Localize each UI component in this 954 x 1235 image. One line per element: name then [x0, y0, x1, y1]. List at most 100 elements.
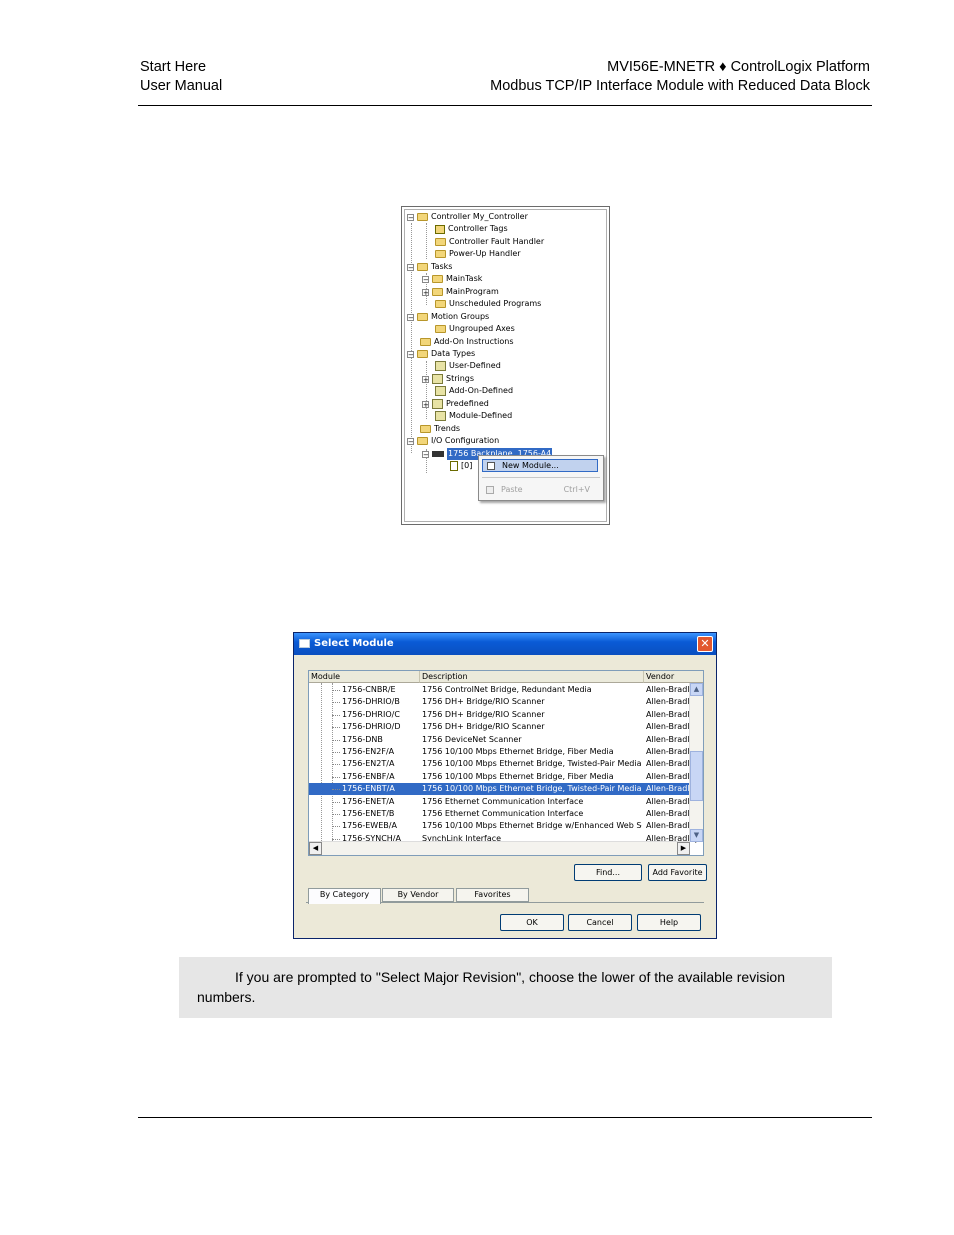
tree-node-fault-handler[interactable]: Controller Fault Handler [435, 236, 544, 248]
tree-node-controller-tags[interactable]: Controller Tags [435, 223, 508, 235]
collapse-icon[interactable]: − [422, 450, 429, 458]
footer-rule [138, 1117, 872, 1118]
scroll-left-icon[interactable]: ◀ [309, 842, 322, 855]
tree-connector [332, 752, 340, 753]
add-favorite-button[interactable]: Add Favorite [648, 864, 707, 881]
column-header-description[interactable]: Description [420, 671, 644, 683]
tree-node-motion-groups[interactable]: − Motion Groups [407, 311, 489, 323]
tree-node-data-types[interactable]: − Data Types [407, 348, 475, 360]
column-header-vendor[interactable]: Vendor [644, 671, 703, 683]
collapse-icon[interactable]: − [407, 350, 414, 358]
help-button[interactable]: Help [637, 914, 701, 931]
cell-description: 1756 Ethernet Communication Interface [422, 796, 584, 806]
vertical-scrollbar[interactable]: ▲ ▼ [689, 683, 703, 842]
folder-icon [417, 313, 428, 321]
cell-module: 1756-ENBF/A [342, 771, 395, 781]
tab-favorites[interactable]: Favorites [456, 888, 529, 902]
folder-icon [417, 263, 428, 271]
cell-module: 1756-EN2F/A [342, 747, 395, 756]
tree-connector [332, 702, 340, 704]
cell-module: 1756-ENET/B [342, 809, 395, 818]
scroll-down-icon[interactable]: ▼ [690, 829, 703, 842]
cell-description: 1756 10/100 Mbps Ethernet Bridge, Fiber … [422, 771, 614, 781]
table-row[interactable]: 1756-DHRIO/D 1756 DH+ Bridge/RIO Scanner A… [309, 721, 699, 733]
datatype-icon [435, 411, 446, 421]
section-title: Start Here [140, 59, 207, 75]
menu-separator [482, 477, 600, 478]
tree-node-predefined[interactable]: + Predefined [422, 398, 489, 410]
tab-by-vendor[interactable]: By Vendor [382, 888, 454, 902]
tree-node-mainprogram[interactable]: + MainProgram [422, 286, 499, 298]
table-row[interactable]: 1756-CNBR/E 1756 ControlNet Bridge, Redun… [309, 684, 699, 696]
table-row[interactable]: 1756-DHRIO/C 1756 DH+ Bridge/RIO Scanner A… [309, 709, 699, 721]
tree-node-maintask[interactable]: − MainTask [422, 273, 482, 285]
tree-node-trends[interactable]: Trends [420, 423, 460, 435]
collapse-icon[interactable]: − [407, 263, 414, 271]
tree-node-powerup-handler[interactable]: Power-Up Handler [435, 248, 521, 260]
ok-button[interactable]: OK [500, 914, 564, 931]
window-icon [299, 639, 310, 648]
tree-connector [332, 801, 340, 803]
scroll-up-icon[interactable]: ▲ [690, 683, 703, 696]
folder-icon [420, 425, 431, 433]
manual-type: User Manual [140, 78, 223, 94]
tree-node-ungrouped-axes[interactable]: Ungrouped Axes [435, 323, 515, 335]
tree-node-unscheduled[interactable]: Unscheduled Programs [435, 298, 541, 310]
collapse-icon[interactable]: − [407, 313, 414, 321]
tree-connector [332, 838, 340, 840]
menu-item-paste[interactable]: Paste Ctrl+V [482, 483, 598, 496]
close-button[interactable]: ✕ [697, 636, 713, 652]
table-row[interactable]: 1756-ENET/B 1756 Ethernet Communication I… [309, 808, 699, 820]
table-row[interactable]: 1756-ENBT/A 1756 10/100 Mbps Ethernet Bri… [309, 783, 699, 796]
folder-icon [435, 325, 446, 333]
tree-node-slot-0[interactable]: [0] [450, 460, 472, 472]
tree-node-tasks[interactable]: − Tasks [407, 261, 452, 273]
table-row[interactable]: 1756-ENET/A 1756 Ethernet Communication I… [309, 796, 699, 808]
expand-icon[interactable]: + [422, 288, 429, 296]
new-module-icon [487, 462, 495, 470]
scroll-right-icon[interactable]: ▶ [677, 842, 690, 855]
table-row[interactable]: 1756-EN2F/A 1756 10/100 Mbps Ethernet Bri… [309, 746, 699, 758]
table-row[interactable]: 1756-DHRIO/B 1756 DH+ Bridge/RIO Scanner A… [309, 696, 699, 708]
scroll-thumb[interactable] [690, 751, 703, 801]
tree-node-addon-defined[interactable]: Add-On-Defined [435, 385, 513, 397]
tree-node-io-configuration[interactable]: − I/O Configuration [407, 435, 499, 447]
folder-icon [435, 250, 446, 258]
table-row[interactable]: 1756-EN2T/A 1756 10/100 Mbps Ethernet Bri… [309, 758, 699, 770]
tree-connector [332, 764, 340, 766]
cell-module: 1756-DNB [342, 734, 383, 744]
tree-node-addon-instructions[interactable]: Add-On Instructions [420, 336, 514, 348]
table-row[interactable]: 1756-DNB 1756 DeviceNet Scanner Allen-Brad… [309, 734, 699, 746]
tab-by-category[interactable]: By Category [308, 888, 381, 904]
expand-icon[interactable]: + [422, 400, 429, 408]
table-row[interactable]: 1756-ENBF/A 1756 10/100 Mbps Ethernet Bri… [309, 771, 699, 783]
tree-node-strings[interactable]: + Strings [422, 373, 474, 385]
dialog-title-bar[interactable]: Select Module ✕ [294, 633, 716, 655]
cell-description: 1756 Ethernet Communication Interface [422, 809, 584, 818]
cancel-button[interactable]: Cancel [568, 914, 632, 931]
folder-icon [420, 338, 431, 346]
header-rule [138, 105, 872, 106]
cell-description: 1756 DH+ Bridge/RIO Scanner [422, 722, 545, 732]
collapse-icon[interactable]: − [407, 437, 414, 445]
table-row[interactable]: 1756-EWEB/A 1756 10/100 Mbps Ethernet Bri… [309, 820, 699, 832]
horizontal-scrollbar[interactable]: ◀ ▶ [309, 841, 690, 855]
expand-icon[interactable]: + [422, 375, 429, 383]
cell-description: 1756 DeviceNet Scanner [422, 734, 522, 744]
tree-node-user-defined[interactable]: User-Defined [435, 360, 501, 372]
cell-module: 1756-DHRIO/C [342, 709, 400, 719]
tree-node-controller[interactable]: − Controller My_Controller [407, 211, 528, 223]
collapse-icon[interactable]: − [422, 275, 429, 283]
module-list[interactable]: Module Description Vendor 1756-CNBR/E 175… [308, 670, 704, 856]
column-header-module[interactable]: Module [309, 671, 420, 683]
tree-node-module-defined[interactable]: Module-Defined [435, 410, 512, 422]
cell-module: 1756-ENBT/A [342, 784, 395, 794]
context-menu: New Module... Paste Ctrl+V [478, 455, 604, 501]
menu-item-new-module[interactable]: New Module... [482, 459, 598, 472]
cell-module: 1756-ENET/A [342, 796, 395, 806]
tree-connector [332, 690, 340, 691]
find-button[interactable]: Find... [574, 864, 642, 881]
folder-icon [417, 213, 428, 221]
datatype-icon [432, 374, 443, 384]
collapse-icon[interactable]: − [407, 213, 414, 221]
